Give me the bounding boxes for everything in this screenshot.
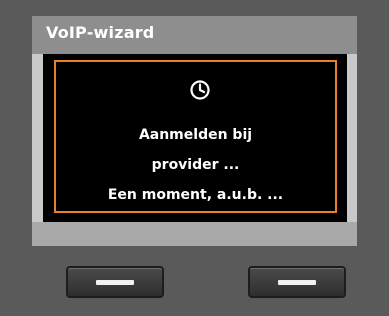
right-softkey-button[interactable] [248, 266, 346, 298]
phone-device: VoIP-wizard Aanmelden bij provider ... E… [0, 0, 389, 316]
title-bar: VoIP-wizard [32, 16, 357, 54]
softkey-label-bar [32, 222, 357, 246]
clock-icon [190, 80, 210, 100]
dash-icon [278, 280, 316, 285]
message-line-1: Aanmelden bij [138, 127, 253, 143]
message-line-2: provider ... [151, 157, 240, 173]
page-title: VoIP-wizard [46, 23, 155, 42]
message-line-3: Een moment, a.u.b. ... [107, 187, 284, 203]
left-softkey-button[interactable] [66, 266, 164, 298]
dash-icon [96, 280, 134, 285]
